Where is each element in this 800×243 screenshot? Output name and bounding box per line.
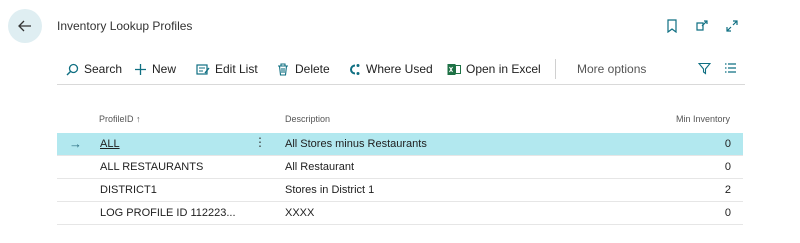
description-cell: Stores in District 1 <box>285 184 375 196</box>
open-in-excel-label: Open in Excel <box>466 62 541 76</box>
filter-icon <box>697 61 711 75</box>
description-cell: XXXX <box>285 207 315 219</box>
plus-icon <box>133 62 147 76</box>
min-inventory-cell: 2 <box>724 184 731 196</box>
new-label: New <box>152 62 177 76</box>
column-header-description[interactable]: Description <box>285 114 330 124</box>
expand-icon[interactable] <box>724 18 740 34</box>
profile-id-cell[interactable]: ALL RESTAURANTS <box>100 161 203 173</box>
description-cell: All Restaurant <box>285 161 355 173</box>
min-inventory-cell: 0 <box>724 138 731 150</box>
delete-button[interactable]: Delete <box>276 62 330 76</box>
more-options-label: More options <box>577 62 647 76</box>
where-used-label: Where Used <box>366 62 433 76</box>
action-bar: Search New Edit List Delete Where Used O… <box>57 56 745 85</box>
more-options-button[interactable]: More options <box>577 62 646 76</box>
trash-icon <box>276 62 290 76</box>
search-icon <box>65 62 79 76</box>
edit-list-icon <box>196 62 210 76</box>
toolbar-divider <box>555 59 556 79</box>
column-header-min-inventory[interactable]: Min Inventory <box>676 114 730 124</box>
page-title: Inventory Lookup Profiles <box>57 19 193 33</box>
description-cell: All Stores minus Restaurants <box>285 138 427 150</box>
table-row[interactable]: DISTRICT1 Stores in District 1 2 <box>57 179 743 202</box>
where-used-button[interactable]: Where Used <box>347 62 433 76</box>
open-new-window-icon[interactable] <box>694 18 710 34</box>
table-row[interactable]: ALL RESTAURANTS All Restaurant 0 <box>57 156 743 179</box>
search-label: Search <box>84 62 123 76</box>
edit-list-label: Edit List <box>215 62 258 76</box>
excel-icon <box>447 62 461 76</box>
table-row[interactable]: → ALL ⋮ All Stores minus Restaurants 0 <box>57 133 743 156</box>
list-icon <box>723 61 737 75</box>
bookmark-icon[interactable] <box>664 18 680 34</box>
new-button[interactable]: New <box>133 62 176 76</box>
edit-list-button[interactable]: Edit List <box>196 62 258 76</box>
profile-id-cell[interactable]: DISTRICT1 <box>100 184 157 196</box>
open-in-excel-button[interactable]: Open in Excel <box>447 62 541 76</box>
profile-id-cell[interactable]: LOG PROFILE ID 112223... <box>100 207 236 219</box>
header-actions <box>664 18 740 34</box>
delete-label: Delete <box>295 62 330 76</box>
list-view-button[interactable] <box>723 61 737 75</box>
min-inventory-cell: 0 <box>724 207 731 219</box>
back-button[interactable] <box>8 9 42 43</box>
table-row[interactable]: LOG PROFILE ID 112223... XXXX 0 <box>57 202 743 225</box>
row-selected-arrow-icon: → <box>69 136 82 151</box>
filter-button[interactable] <box>697 61 711 75</box>
row-actions-ellipsis-icon[interactable]: ⋮ <box>254 135 266 149</box>
column-header-profile-id[interactable]: ProfileID ↑ <box>99 114 141 124</box>
min-inventory-cell: 0 <box>724 161 731 173</box>
search-button[interactable]: Search <box>65 62 122 76</box>
profile-id-cell[interactable]: ALL <box>100 138 120 150</box>
where-used-icon <box>347 62 361 76</box>
arrow-left-icon <box>18 20 31 32</box>
